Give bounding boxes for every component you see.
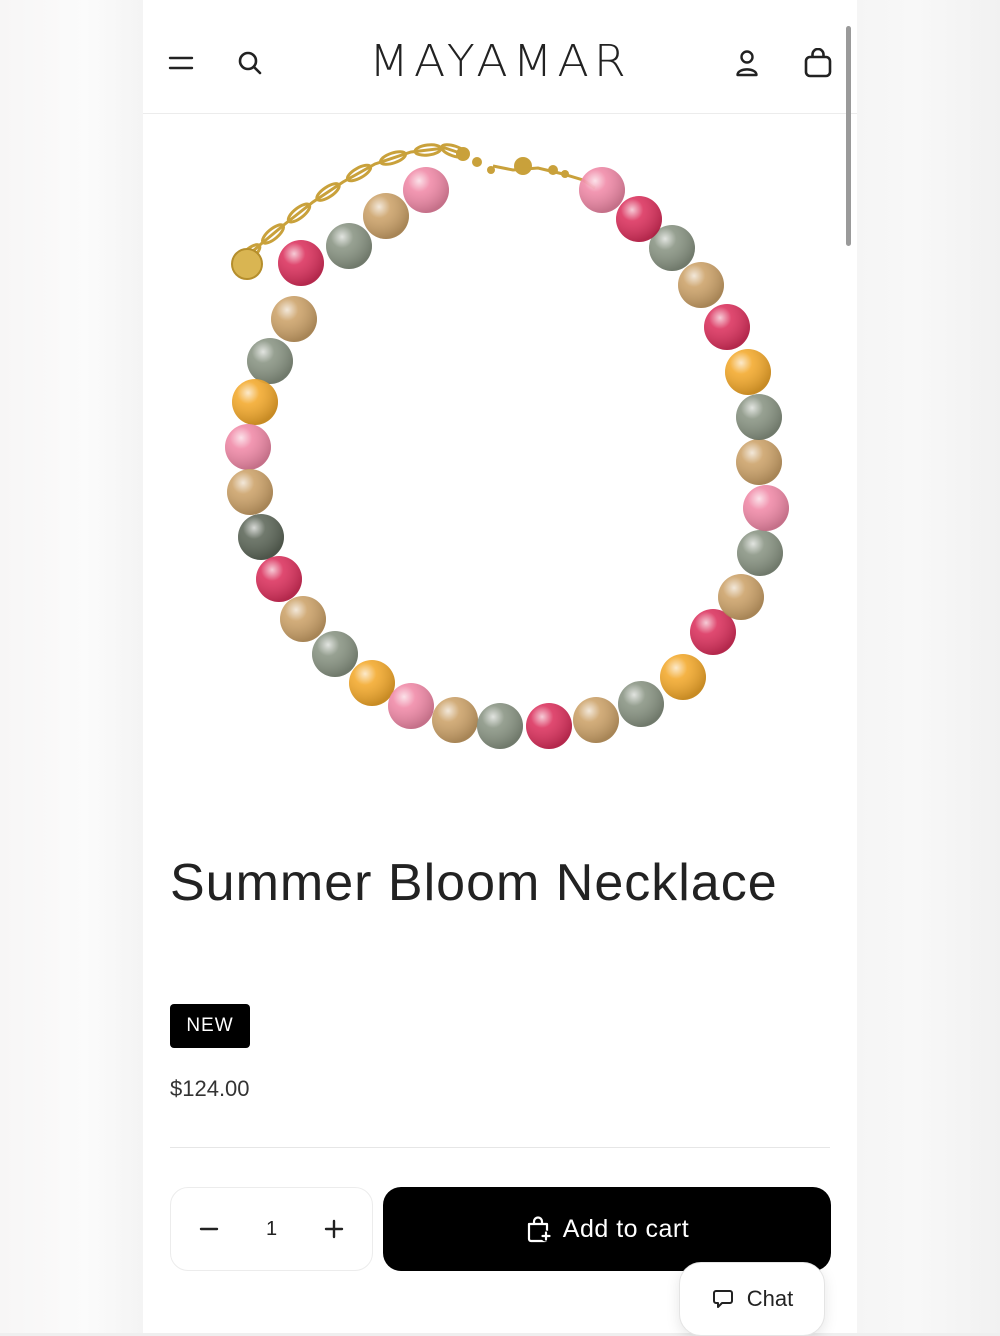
product-title: Summer Bloom Necklace — [170, 854, 778, 912]
gold-ball — [514, 157, 532, 175]
account-icon[interactable] — [731, 47, 763, 79]
bead-highlight — [737, 530, 783, 576]
minus-icon — [199, 1227, 219, 1231]
product-page: MAYAMAR Summer Bloom Necklace NEW $124.0… — [143, 0, 857, 1333]
bead-highlight — [736, 439, 782, 485]
divider — [170, 1147, 830, 1148]
add-to-cart-label: Add to cart — [562, 1214, 690, 1243]
bead-highlight — [403, 167, 449, 213]
chat-button[interactable]: Chat — [679, 1262, 825, 1336]
quantity-stepper: 1 — [170, 1187, 373, 1271]
bead-highlight — [526, 703, 572, 749]
new-badge: NEW — [170, 1004, 250, 1048]
bead-highlight — [616, 196, 662, 242]
necklace-illustration — [225, 143, 789, 749]
bead-highlight — [227, 469, 273, 515]
decrease-quantity-button[interactable] — [197, 1217, 221, 1241]
bead-highlight — [718, 574, 764, 620]
bead-highlight — [326, 223, 372, 269]
bead-highlight — [363, 193, 409, 239]
chat-bubble-icon — [712, 1290, 733, 1308]
gold-ball — [472, 157, 482, 167]
bead-highlight — [432, 697, 478, 743]
bead-highlight — [704, 304, 750, 350]
bead-highlight — [278, 240, 324, 286]
bead-highlight — [271, 296, 317, 342]
bead-highlight — [743, 485, 789, 531]
bag-icon[interactable] — [801, 46, 835, 80]
bead-highlight — [247, 338, 293, 384]
add-to-cart-button[interactable]: Add to cart — [383, 1187, 831, 1271]
product-image[interactable] — [143, 114, 857, 824]
bead-highlight — [618, 681, 664, 727]
bead-highlight — [579, 167, 625, 213]
chat-label: Chat — [746, 1286, 794, 1311]
bead-highlight — [280, 596, 326, 642]
bead-highlight — [232, 379, 278, 425]
bag-plus-icon — [527, 1216, 552, 1243]
bead-highlight — [736, 394, 782, 440]
increase-quantity-button[interactable] — [322, 1217, 346, 1241]
bead-highlight — [388, 683, 434, 729]
bead-highlight — [725, 349, 771, 395]
bead-highlight — [573, 697, 619, 743]
background-left — [0, 0, 143, 1333]
gold-ball — [456, 147, 470, 161]
charm-disc — [231, 248, 263, 280]
bead-strand — [225, 167, 789, 749]
bead-highlight — [678, 262, 724, 308]
bead-highlight — [477, 703, 523, 749]
bead-highlight — [225, 424, 271, 470]
quantity-value[interactable]: 1 — [266, 1218, 277, 1241]
bead-highlight — [660, 654, 706, 700]
background-right — [857, 0, 1000, 1333]
plus-icon — [324, 1219, 344, 1239]
bead-highlight — [312, 631, 358, 677]
bead-highlight — [349, 660, 395, 706]
scrollbar[interactable] — [846, 26, 851, 246]
bead-highlight — [256, 556, 302, 602]
site-header: MAYAMAR — [143, 0, 857, 114]
product-price: $124.00 — [170, 1076, 250, 1101]
bead-highlight — [238, 514, 284, 560]
